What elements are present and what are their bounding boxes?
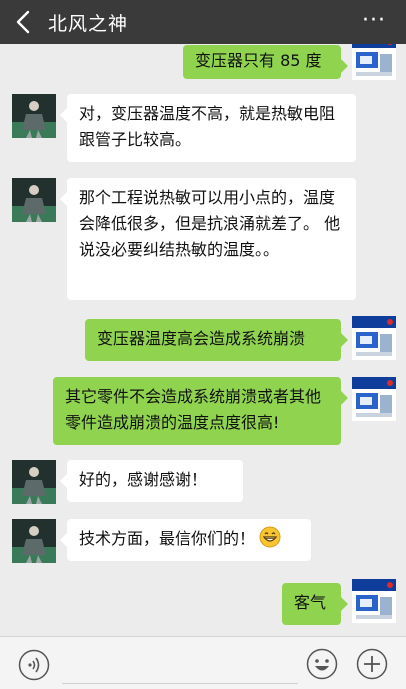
contact-avatar[interactable] [12, 178, 56, 222]
self-avatar[interactable] [352, 377, 396, 421]
contact-avatar[interactable] [12, 460, 56, 504]
contact-avatar-image [12, 519, 56, 563]
input-bar [0, 636, 406, 689]
grinning-face-icon [259, 526, 281, 556]
message-bubble[interactable]: 其它零件不会造成系统崩溃或者其他零件造成崩溃的温度点度很高! [53, 377, 348, 445]
self-avatar-image [352, 316, 396, 360]
chat-list[interactable]: 变压器只有 85 度 对，变压器温度不高，就是热敏电阻跟管子比较高。 那个工程说… [0, 44, 406, 636]
self-avatar-image [352, 44, 396, 80]
emoji-button[interactable] [306, 648, 338, 680]
chat-title: 北风之神 [48, 13, 129, 35]
chevron-left-icon [16, 10, 30, 34]
message-bubble[interactable]: 那个工程说热敏可以用小点的，温度会降低很多，但是抗浪涌就差了。 他说没必要纠结热… [60, 178, 356, 300]
self-avatar[interactable] [352, 316, 396, 360]
self-avatar[interactable] [352, 579, 396, 623]
more-button[interactable]: ··· [362, 10, 386, 32]
contact-avatar[interactable] [12, 94, 56, 138]
self-avatar-image [352, 377, 396, 421]
plus-icon [356, 648, 388, 680]
contact-avatar-image [12, 460, 56, 504]
more-functions-button[interactable] [356, 648, 388, 680]
contact-avatar-image [12, 94, 56, 138]
title-bar: 北风之神 ··· [0, 0, 406, 44]
self-avatar[interactable] [352, 44, 396, 80]
contact-avatar[interactable] [12, 519, 56, 563]
message-bubble[interactable]: 变压器只有 85 度 [183, 45, 348, 79]
voice-button[interactable] [18, 649, 50, 681]
message-bubble[interactable]: 技术方面，最信你们的！ [60, 519, 311, 561]
message-text: 技术方面，最信你们的！ [79, 529, 256, 548]
message-bubble[interactable]: 好的，感谢感谢！ [60, 460, 243, 502]
message-bubble[interactable]: 对，变压器温度不高，就是热敏电阻跟管子比较高。 [60, 94, 356, 162]
contact-avatar-image [12, 178, 56, 222]
back-button[interactable] [10, 6, 38, 38]
message-bubble[interactable]: 变压器温度高会造成系统崩溃 [85, 319, 348, 361]
self-avatar-image [352, 579, 396, 623]
smiley-icon [306, 648, 338, 680]
message-bubble[interactable]: 客气 [282, 583, 348, 625]
voice-icon [18, 649, 50, 681]
message-input[interactable] [62, 647, 298, 684]
